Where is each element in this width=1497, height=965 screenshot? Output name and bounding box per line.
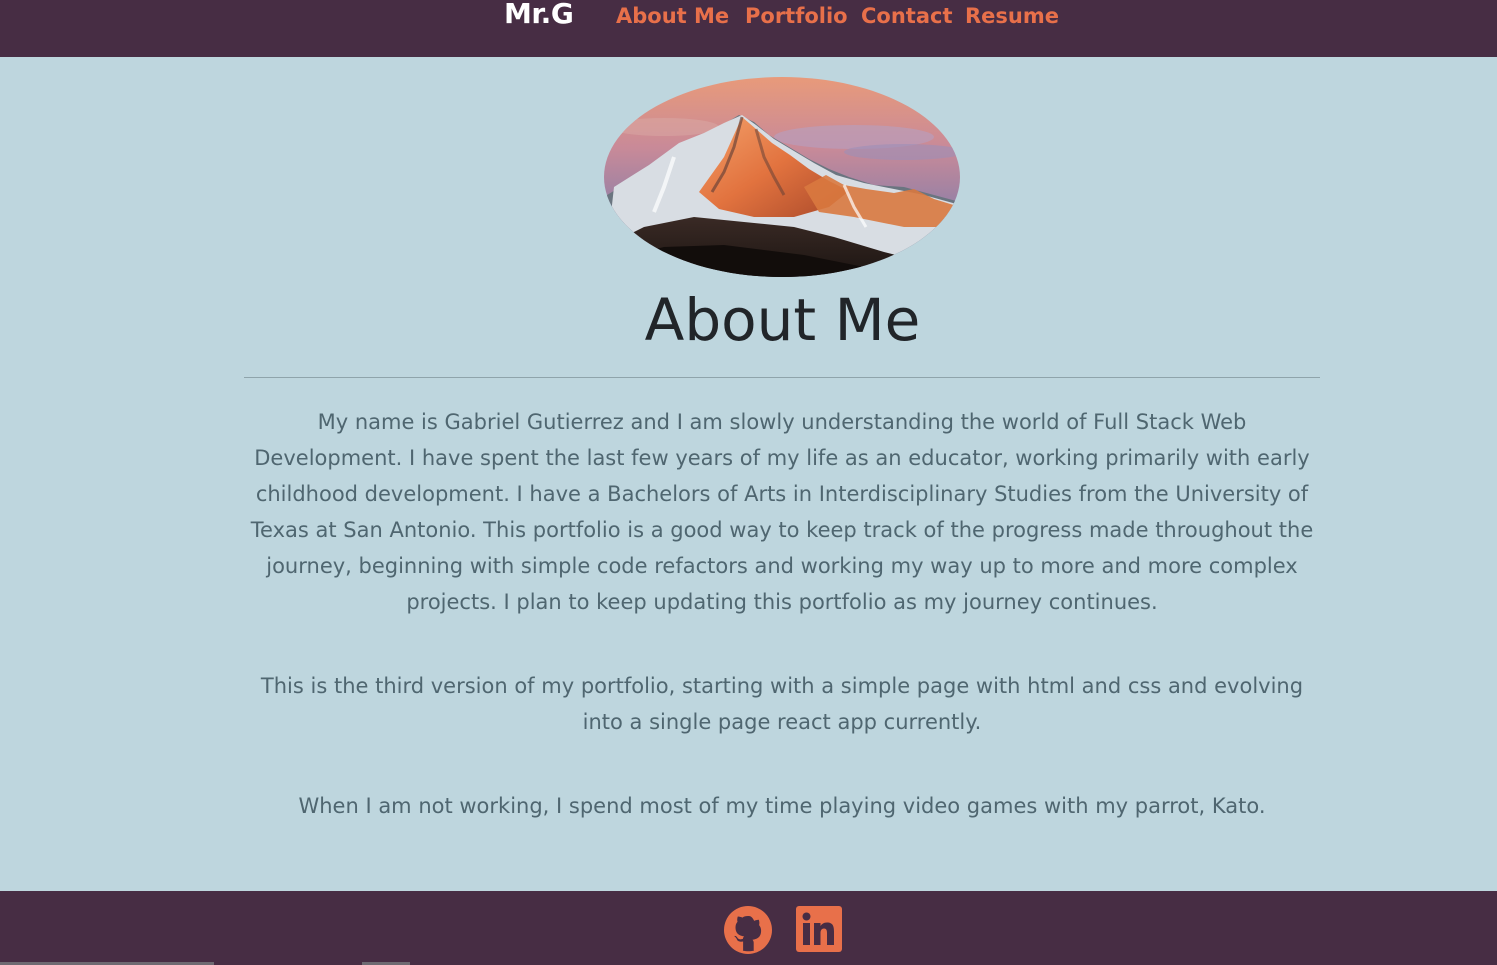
hero-mountain-image xyxy=(604,77,960,277)
github-icon[interactable] xyxy=(724,906,772,954)
footer xyxy=(0,891,1497,965)
nav-link-about-me[interactable]: About Me xyxy=(616,1,729,31)
linkedin-icon[interactable] xyxy=(796,906,844,954)
section-divider xyxy=(244,377,1320,378)
about-paragraph-intro: My name is Gabriel Gutierrez and I am sl… xyxy=(250,410,1314,614)
nav-link-resume[interactable]: Resume xyxy=(965,1,1059,31)
nav-link-portfolio[interactable]: Portfolio xyxy=(745,1,848,31)
about-paragraph-versions: This is the third version of my portfoli… xyxy=(260,674,1304,734)
navbar: Mr.G About Me Portfolio Contact Resume xyxy=(0,0,1497,57)
about-paragraph-hobbies: When I am not working, I spend most of m… xyxy=(298,794,1266,818)
mountain-sunset-image xyxy=(604,77,960,277)
page-title: About Me xyxy=(644,286,921,354)
nav-link-contact[interactable]: Contact xyxy=(861,1,953,31)
brand-logo[interactable]: Mr.G xyxy=(504,0,574,32)
